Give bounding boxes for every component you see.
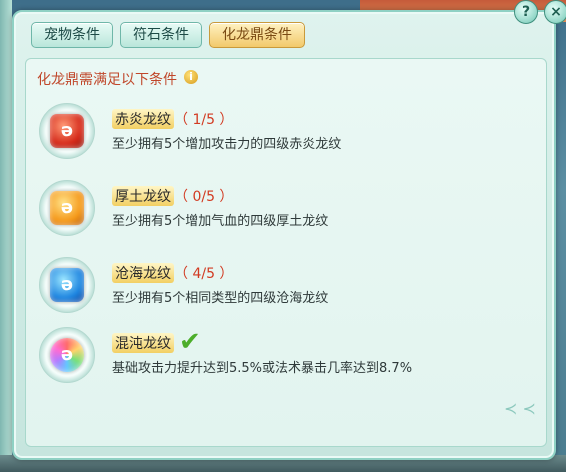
condition-name: 混沌龙纹 xyxy=(112,333,174,353)
conditions-list: 化龙鼎需满足以下条件 i ə 赤炎龙纹 （ 1/5 ） 至少拥有5个增加攻击力的… xyxy=(25,58,547,447)
gem-slot: ə xyxy=(39,327,95,383)
rainbow-gem-icon: ə xyxy=(50,338,84,372)
gem-slot: ə xyxy=(39,257,95,313)
condition-description: 至少拥有5个增加气血的四级厚土龙纹 xyxy=(112,214,329,229)
condition-description: 基础攻击力提升达到5.5%或法术暴击几率达到8.7% xyxy=(112,361,413,376)
condition-row-houtu: ə 厚土龙纹 （ 0/5 ） 至少拥有5个增加气血的四级厚土龙纹 xyxy=(26,178,546,248)
help-button[interactable]: ? xyxy=(514,0,538,24)
red-gem-icon: ə xyxy=(50,114,84,148)
condition-name: 沧海龙纹 xyxy=(112,263,174,283)
gem-slot: ə xyxy=(39,180,95,236)
orange-gem-icon: ə xyxy=(50,191,84,225)
conditions-header: 化龙鼎需满足以下条件 xyxy=(37,72,177,88)
dragon-cauldron-conditions-panel: 宠物条件 符石条件 化龙鼎条件 化龙鼎需满足以下条件 i ə 赤炎龙纹 （ 1/… xyxy=(12,10,556,460)
condition-name: 赤炎龙纹 xyxy=(112,109,174,129)
close-button[interactable]: × xyxy=(544,0,566,24)
checkmark-icon: ✔ xyxy=(179,327,201,357)
tab-rune-conditions[interactable]: 符石条件 xyxy=(120,22,202,48)
condition-count: （ 1/5 ） xyxy=(174,112,234,128)
background-left xyxy=(0,0,12,472)
condition-count: （ 4/5 ） xyxy=(174,266,234,282)
condition-description: 至少拥有5个相同类型的四级沧海龙纹 xyxy=(112,291,329,306)
tab-dragon-cauldron-conditions[interactable]: 化龙鼎条件 xyxy=(209,22,305,48)
condition-name: 厚土龙纹 xyxy=(112,186,174,206)
condition-count: （ 0/5 ） xyxy=(174,189,234,205)
tab-pet-conditions[interactable]: 宠物条件 xyxy=(31,22,113,48)
gem-slot: ə xyxy=(39,103,95,159)
condition-description: 至少拥有5个增加攻击力的四级赤炎龙纹 xyxy=(112,137,342,152)
condition-row-hundun: ə 混沌龙纹 ✔ 基础攻击力提升达到5.5%或法术暴击几率达到8.7% xyxy=(26,325,546,395)
condition-row-canghai: ə 沧海龙纹 （ 4/5 ） 至少拥有5个相同类型的四级沧海龙纹 xyxy=(26,255,546,325)
fish-decoration-icon: ≺ ≺ xyxy=(504,399,536,418)
info-icon[interactable]: i xyxy=(184,70,198,84)
blue-gem-icon: ə xyxy=(50,268,84,302)
condition-row-chiyan: ə 赤炎龙纹 （ 1/5 ） 至少拥有5个增加攻击力的四级赤炎龙纹 xyxy=(26,101,546,171)
